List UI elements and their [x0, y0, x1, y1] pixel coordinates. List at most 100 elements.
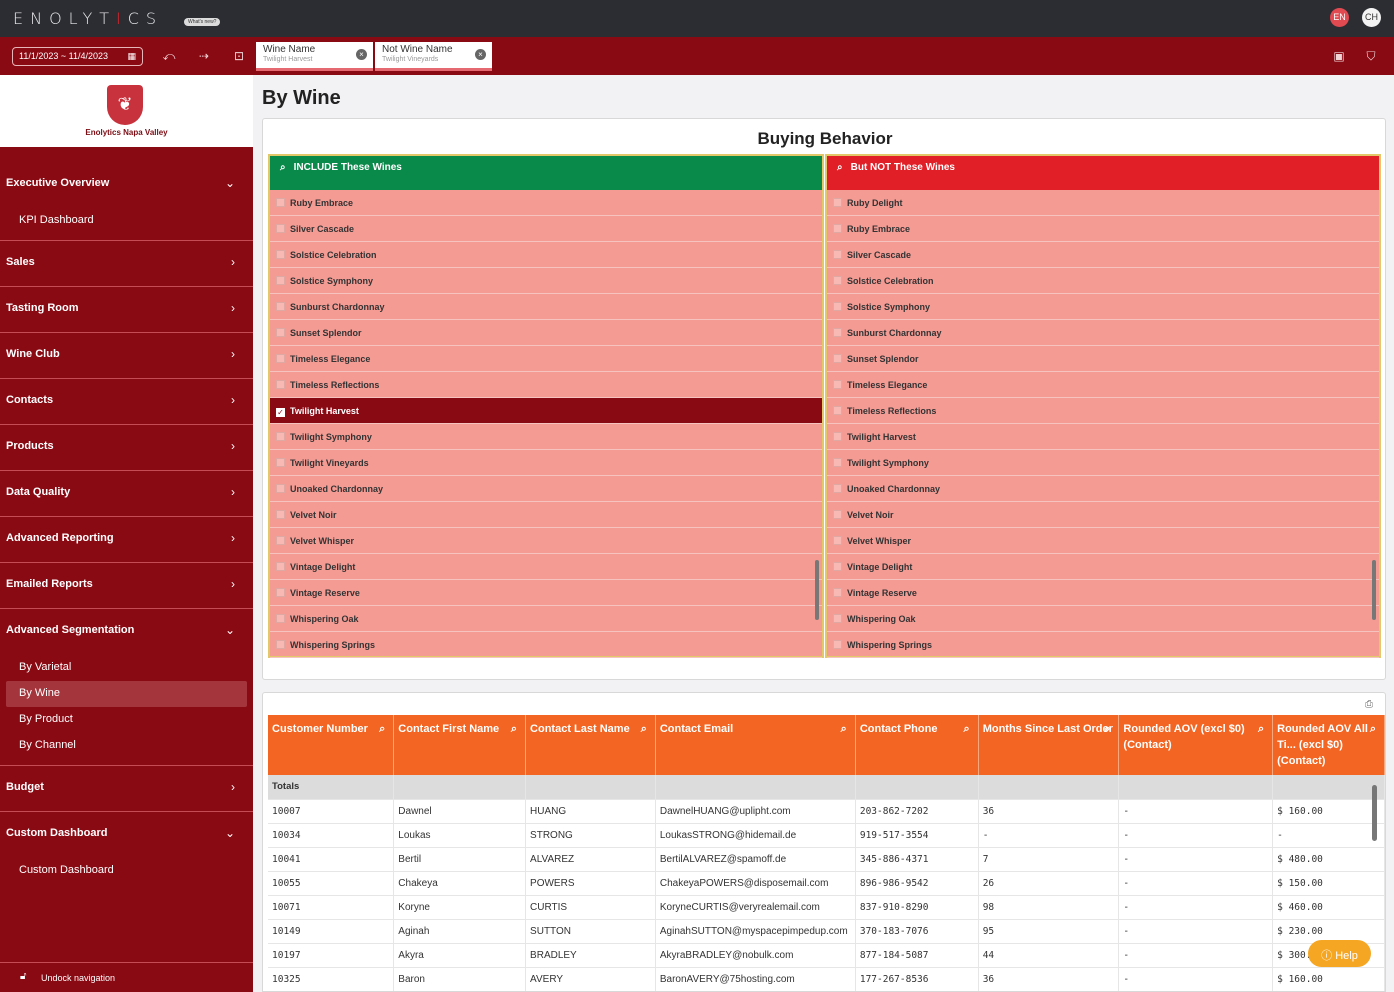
- list-item[interactable]: Sunburst Chardonnay: [270, 294, 822, 320]
- search-icon[interactable]: ⌕: [837, 162, 843, 173]
- checkbox-icon[interactable]: [276, 536, 285, 545]
- nav-custom-dashboard[interactable]: Custom Dashboard ⌄: [0, 812, 253, 858]
- checkbox-icon[interactable]: [833, 276, 842, 285]
- checkbox-icon[interactable]: [833, 380, 842, 389]
- list-item[interactable]: Twilight Vineyards: [270, 450, 822, 476]
- list-item[interactable]: Solstice Symphony: [827, 294, 1379, 320]
- checkbox-icon[interactable]: [276, 640, 285, 649]
- checkbox-icon[interactable]: [833, 510, 842, 519]
- checkbox-icon[interactable]: [833, 198, 842, 207]
- clear-selections-icon[interactable]: ⤺: [161, 48, 177, 64]
- close-icon[interactable]: ×: [475, 49, 486, 60]
- list-item[interactable]: Twilight Symphony: [827, 450, 1379, 476]
- checkbox-icon[interactable]: [276, 588, 285, 597]
- table-row[interactable]: 10325 Baron AVERY BaronAVERY@75hosting.com 1…: [268, 967, 1385, 991]
- checkbox-icon[interactable]: [833, 224, 842, 233]
- checkbox-icon[interactable]: [276, 302, 285, 311]
- table-row[interactable]: 10055 Chakeya POWERS ChakeyaPOWERS@disposem…: [268, 871, 1385, 896]
- search-icon[interactable]: ⌕: [964, 721, 970, 737]
- checkbox-icon[interactable]: [833, 536, 842, 545]
- checkbox-icon[interactable]: [276, 458, 285, 467]
- checkbox-icon[interactable]: [833, 614, 842, 623]
- column-header[interactable]: Months Since Last Order ⌕: [978, 715, 1120, 775]
- list-item[interactable]: Solstice Celebration: [270, 242, 822, 268]
- search-icon[interactable]: ⌕: [1258, 721, 1264, 737]
- list-item[interactable]: Silver Cascade: [827, 242, 1379, 268]
- list-item[interactable]: Ruby Delight: [827, 190, 1379, 216]
- list-item[interactable]: Velvet Whisper: [827, 528, 1379, 554]
- checkbox-icon[interactable]: [833, 328, 842, 337]
- checkbox-icon[interactable]: [276, 328, 285, 337]
- whats-new-badge[interactable]: What's new?: [184, 18, 221, 26]
- checkbox-icon[interactable]: [833, 562, 842, 571]
- list-item[interactable]: Solstice Symphony: [270, 268, 822, 294]
- list-item[interactable]: Ruby Embrace: [270, 190, 822, 216]
- checkbox-icon[interactable]: [276, 614, 285, 623]
- checkbox-icon[interactable]: [276, 224, 285, 233]
- filter-icon[interactable]: ⛉: [1363, 48, 1379, 64]
- list-item[interactable]: Unoaked Chardonnay: [827, 476, 1379, 502]
- table-row[interactable]: 10041 Bertil ALVAREZ BertilALVAREZ@spamoff.…: [268, 847, 1385, 872]
- nav-item-by-channel[interactable]: By Channel: [0, 733, 253, 759]
- column-header[interactable]: Contact Phone ⌕: [855, 715, 979, 775]
- bookmark-icon[interactable]: ▣: [1331, 48, 1347, 64]
- undock-navigation-button[interactable]: 🔓︎ Undock navigation: [0, 962, 253, 992]
- checkbox-icon[interactable]: [276, 484, 285, 493]
- checkbox-icon[interactable]: [833, 354, 842, 363]
- list-item[interactable]: Whispering Oak: [827, 606, 1379, 632]
- table-row[interactable]: 10197 Akyra BRADLEY AkyraBRADLEY@nobulk.com…: [268, 943, 1385, 968]
- list-item[interactable]: Sunset Splendor: [270, 320, 822, 346]
- nav-advanced-reporting[interactable]: Advanced Reporting ›: [0, 517, 253, 563]
- checkbox-icon[interactable]: [833, 458, 842, 467]
- checkbox-icon[interactable]: [276, 354, 285, 363]
- table-row[interactable]: 10007 Dawnel HUANG DawnelHUANG@uplipht.com 2…: [268, 799, 1385, 824]
- list-item[interactable]: Velvet Whisper: [270, 528, 822, 554]
- export-icon[interactable]: ⎙: [1365, 699, 1373, 710]
- list-item[interactable]: Timeless Reflections: [827, 398, 1379, 424]
- checkbox-icon[interactable]: [833, 302, 842, 311]
- search-icon[interactable]: ⌕: [511, 721, 517, 737]
- checkbox-icon[interactable]: [833, 432, 842, 441]
- checkbox-icon[interactable]: [276, 198, 285, 207]
- brand-logo[interactable]: ENOLYTICS: [13, 9, 163, 28]
- list-item[interactable]: Unoaked Chardonnay: [270, 476, 822, 502]
- include-wines-header[interactable]: ⌕ INCLUDE These Wines: [270, 156, 822, 190]
- checkbox-icon[interactable]: [833, 588, 842, 597]
- checkbox-icon[interactable]: [833, 484, 842, 493]
- nav-item-by-product[interactable]: By Product: [0, 707, 253, 733]
- help-button[interactable]: ⓘ Help: [1308, 940, 1371, 967]
- nav-item-by-wine[interactable]: By Wine: [6, 681, 247, 707]
- list-item[interactable]: Velvet Noir: [270, 502, 822, 528]
- table-row[interactable]: 10149 Aginah SUTTON AginahSUTTON@myspacepim…: [268, 919, 1385, 944]
- nav-products[interactable]: Products ›: [0, 425, 253, 471]
- nav-contacts[interactable]: Contacts ›: [0, 379, 253, 425]
- nav-emailed-reports[interactable]: Emailed Reports ›: [0, 563, 253, 609]
- column-header[interactable]: Rounded AOV (excl $0) (Contact) ⌕: [1118, 715, 1274, 775]
- nav-budget[interactable]: Budget ›: [0, 766, 253, 812]
- column-header[interactable]: Contact First Name ⌕: [393, 715, 527, 775]
- checkbox-icon[interactable]: [833, 250, 842, 259]
- close-icon[interactable]: ×: [356, 49, 367, 60]
- list-item[interactable]: Timeless Elegance: [827, 372, 1379, 398]
- checkbox-icon[interactable]: [276, 510, 285, 519]
- nav-data-quality[interactable]: Data Quality ›: [0, 471, 253, 517]
- scrollbar[interactable]: [1372, 560, 1376, 620]
- step-forward-icon[interactable]: ⇢: [196, 48, 212, 64]
- column-header[interactable]: Contact Email ⌕: [655, 715, 856, 775]
- list-item[interactable]: Timeless Reflections: [270, 372, 822, 398]
- list-item[interactable]: Silver Cascade: [270, 216, 822, 242]
- list-item[interactable]: Vintage Delight: [270, 554, 822, 580]
- list-item[interactable]: Solstice Celebration: [827, 268, 1379, 294]
- list-item[interactable]: Twilight Symphony: [270, 424, 822, 450]
- list-item[interactable]: Sunburst Chardonnay: [827, 320, 1379, 346]
- filter-chip-wine-name[interactable]: Wine Name Twilight Harvest ×: [256, 42, 373, 71]
- language-button[interactable]: EN: [1330, 8, 1349, 27]
- nav-executive-overview[interactable]: Executive Overview ⌄: [0, 162, 253, 208]
- selection-tool-icon[interactable]: ⊡: [231, 48, 247, 64]
- checkbox-icon[interactable]: [833, 640, 842, 649]
- checkbox-icon[interactable]: [276, 276, 285, 285]
- search-icon[interactable]: ⌕: [280, 162, 286, 173]
- table-scrollbar[interactable]: [1372, 785, 1377, 841]
- scrollbar[interactable]: [815, 560, 819, 620]
- nav-tasting-room[interactable]: Tasting Room ›: [0, 287, 253, 333]
